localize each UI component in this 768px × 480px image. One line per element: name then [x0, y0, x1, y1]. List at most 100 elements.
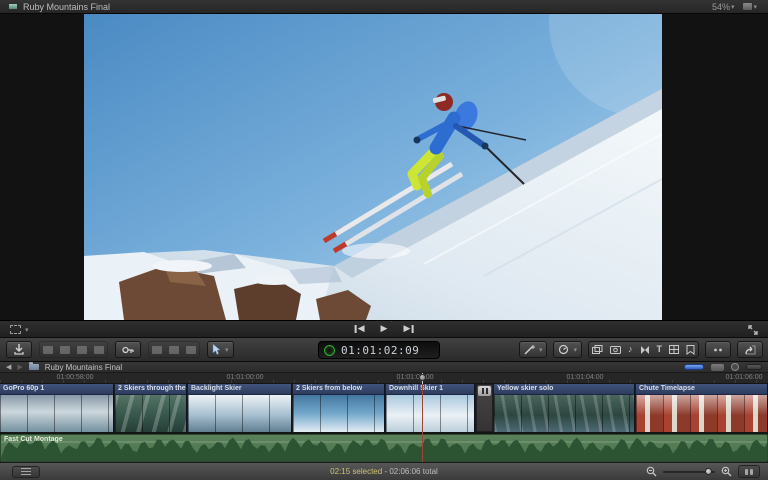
media-browsers-group: ♪ T: [588, 341, 699, 358]
titles-browser-icon[interactable]: T: [657, 345, 663, 354]
playhead[interactable]: [418, 373, 427, 462]
chevron-down-icon: ▾: [539, 346, 543, 354]
dashboard[interactable]: 01:01:02:09: [318, 341, 440, 359]
timeline-clip[interactable]: Yellow skier solo: [494, 384, 635, 432]
duration-status: 02:15 selected - 02:06:06 total: [330, 467, 438, 476]
clip-filmstrip: [188, 395, 291, 432]
keyword-editor-button[interactable]: [115, 341, 141, 358]
dimmed-tool-icon[interactable]: [186, 346, 196, 354]
retime-menu-button[interactable]: ▾: [553, 341, 582, 358]
dimmed-tool-icon[interactable]: [152, 346, 162, 354]
photos-browser-icon[interactable]: [610, 345, 621, 354]
dimmed-tool-icon[interactable]: [60, 346, 70, 354]
toolbar-right-cluster: ▾ ▾ ♪: [519, 341, 763, 358]
clip-name: GoPro 60p 1: [0, 384, 113, 395]
inspector-button[interactable]: [705, 341, 731, 358]
timeline-clip[interactable]: 2 Skiers from below: [293, 384, 385, 432]
share-arrow-icon: [745, 345, 756, 355]
audio-skimming-toggle[interactable]: [711, 364, 724, 371]
transition-icon: [478, 386, 491, 396]
audio-clip-name: Fast Cut Montage: [1, 435, 767, 443]
timeline-zoom-controls: [646, 465, 760, 478]
effects-browser-icon[interactable]: [592, 345, 603, 355]
timeline-forward-button[interactable]: ▶: [17, 363, 22, 371]
clip-name: Backlight Skier: [188, 384, 291, 395]
transition-clip[interactable]: [476, 384, 493, 432]
fullscreen-button[interactable]: [748, 325, 758, 335]
zoom-slider-thumb[interactable]: [705, 468, 712, 475]
fcpx-window: Ruby Mountains Final 54% ▾ ▾: [0, 0, 768, 480]
crop-icon: [10, 325, 21, 334]
timeline-statusbar: 02:15 selected - 02:06:06 total: [0, 462, 768, 480]
main-toolbar: ▾ 01:01:02:09 ▾ ▾: [0, 338, 768, 362]
primary-storyline: GoPro 60p 1 2 Skiers through the... Back…: [0, 384, 768, 432]
ruler-timecode: 01:01:00:00: [227, 374, 264, 381]
play-button[interactable]: ▶: [381, 323, 388, 334]
timeline-header: ◀ ▶ Ruby Mountains Final: [0, 362, 768, 373]
playhead-line: [422, 373, 423, 462]
ruler-timecode: 01:01:04:00: [567, 374, 604, 381]
ruler-timecode: 01:01:06:00: [726, 374, 763, 381]
share-button[interactable]: [737, 341, 763, 358]
cursor-arrow-icon: [212, 344, 221, 355]
clip-filmstrip: [386, 395, 474, 432]
timeline-back-button[interactable]: ◀: [6, 363, 11, 371]
timeline-clip[interactable]: Downhill Skier 1: [386, 384, 475, 432]
selected-duration: 02:15 selected: [330, 467, 382, 476]
timecode-display: 01:01:02:09: [341, 344, 419, 357]
timeline-ruler[interactable]: 01:00:58:00 01:01:00:00 01:01:02:00 01:0…: [0, 373, 768, 384]
dimmed-tool-icon[interactable]: [77, 346, 87, 354]
audio-clip[interactable]: Fast Cut Montage: [0, 434, 768, 462]
clip-name: Chute Timelapse: [636, 384, 767, 395]
viewer-display-menu[interactable]: ▾: [740, 3, 760, 11]
dimmed-tool-icon[interactable]: [169, 346, 179, 354]
play-icon: ▶: [381, 323, 388, 334]
frame-bar-icon: [355, 325, 357, 333]
clip-filmstrip: [494, 395, 634, 432]
clip-filmstrip: [115, 395, 186, 432]
expand-icon: [748, 325, 758, 335]
timeline-clip[interactable]: GoPro 60p 1: [0, 384, 114, 432]
clip-name: 2 Skiers from below: [293, 384, 384, 395]
skimming-toggle[interactable]: [684, 364, 704, 370]
project-folder-icon: [29, 364, 39, 370]
transport-controls: ◀ ▶ ▶: [355, 323, 414, 334]
import-icon: [14, 344, 24, 355]
timeline-project-title: Ruby Mountains Final: [45, 363, 122, 372]
import-button[interactable]: [6, 341, 32, 358]
clip-filmstrip: [293, 395, 384, 432]
transitions-browser-icon[interactable]: [640, 345, 650, 355]
timeline-clip[interactable]: Backlight Skier: [188, 384, 292, 432]
select-tool-button[interactable]: ▾: [207, 341, 234, 358]
timeline-clip[interactable]: Chute Timelapse: [636, 384, 768, 432]
dimmed-tool-icon[interactable]: [94, 346, 104, 354]
next-frame-button[interactable]: ▶: [403, 323, 413, 334]
window-titlebar: Ruby Mountains Final 54% ▾ ▾: [0, 0, 768, 14]
transform-crop-menu[interactable]: ▾: [10, 325, 29, 334]
music-browser-icon[interactable]: ♪: [628, 345, 633, 354]
themes-browser-icon[interactable]: [686, 345, 695, 355]
snapping-toggle[interactable]: [746, 364, 762, 370]
viewer-zoom-menu[interactable]: 54% ▾: [709, 2, 738, 12]
clip-name: Downhill Skier 1: [386, 384, 474, 395]
inspector-dots-icon: [713, 346, 723, 354]
clip-name: Yellow skier solo: [494, 384, 634, 395]
viewer-toolbar: ▾ ◀ ▶ ▶: [0, 320, 768, 338]
zoom-in-icon[interactable]: [721, 466, 732, 477]
enhancements-menu-button[interactable]: ▾: [519, 341, 548, 358]
timeline-index-button[interactable]: [12, 466, 40, 478]
chevron-down-icon: ▾: [25, 326, 29, 334]
clip-appearance-button[interactable]: [738, 465, 760, 478]
window-title: Ruby Mountains Final: [23, 2, 110, 12]
dimmed-tool-icon[interactable]: [43, 346, 53, 354]
zoom-out-icon[interactable]: [646, 466, 657, 477]
viewer-pane: [0, 14, 768, 320]
display-icon: [743, 3, 752, 10]
solo-toggle[interactable]: [731, 363, 739, 371]
timeline-zoom-slider[interactable]: [663, 471, 715, 473]
duration-separator: -: [384, 467, 387, 476]
timeline-clip[interactable]: 2 Skiers through the...: [115, 384, 187, 432]
generators-browser-icon[interactable]: [669, 345, 679, 354]
index-list-icon: [21, 468, 31, 475]
previous-frame-button[interactable]: ◀: [355, 323, 365, 334]
